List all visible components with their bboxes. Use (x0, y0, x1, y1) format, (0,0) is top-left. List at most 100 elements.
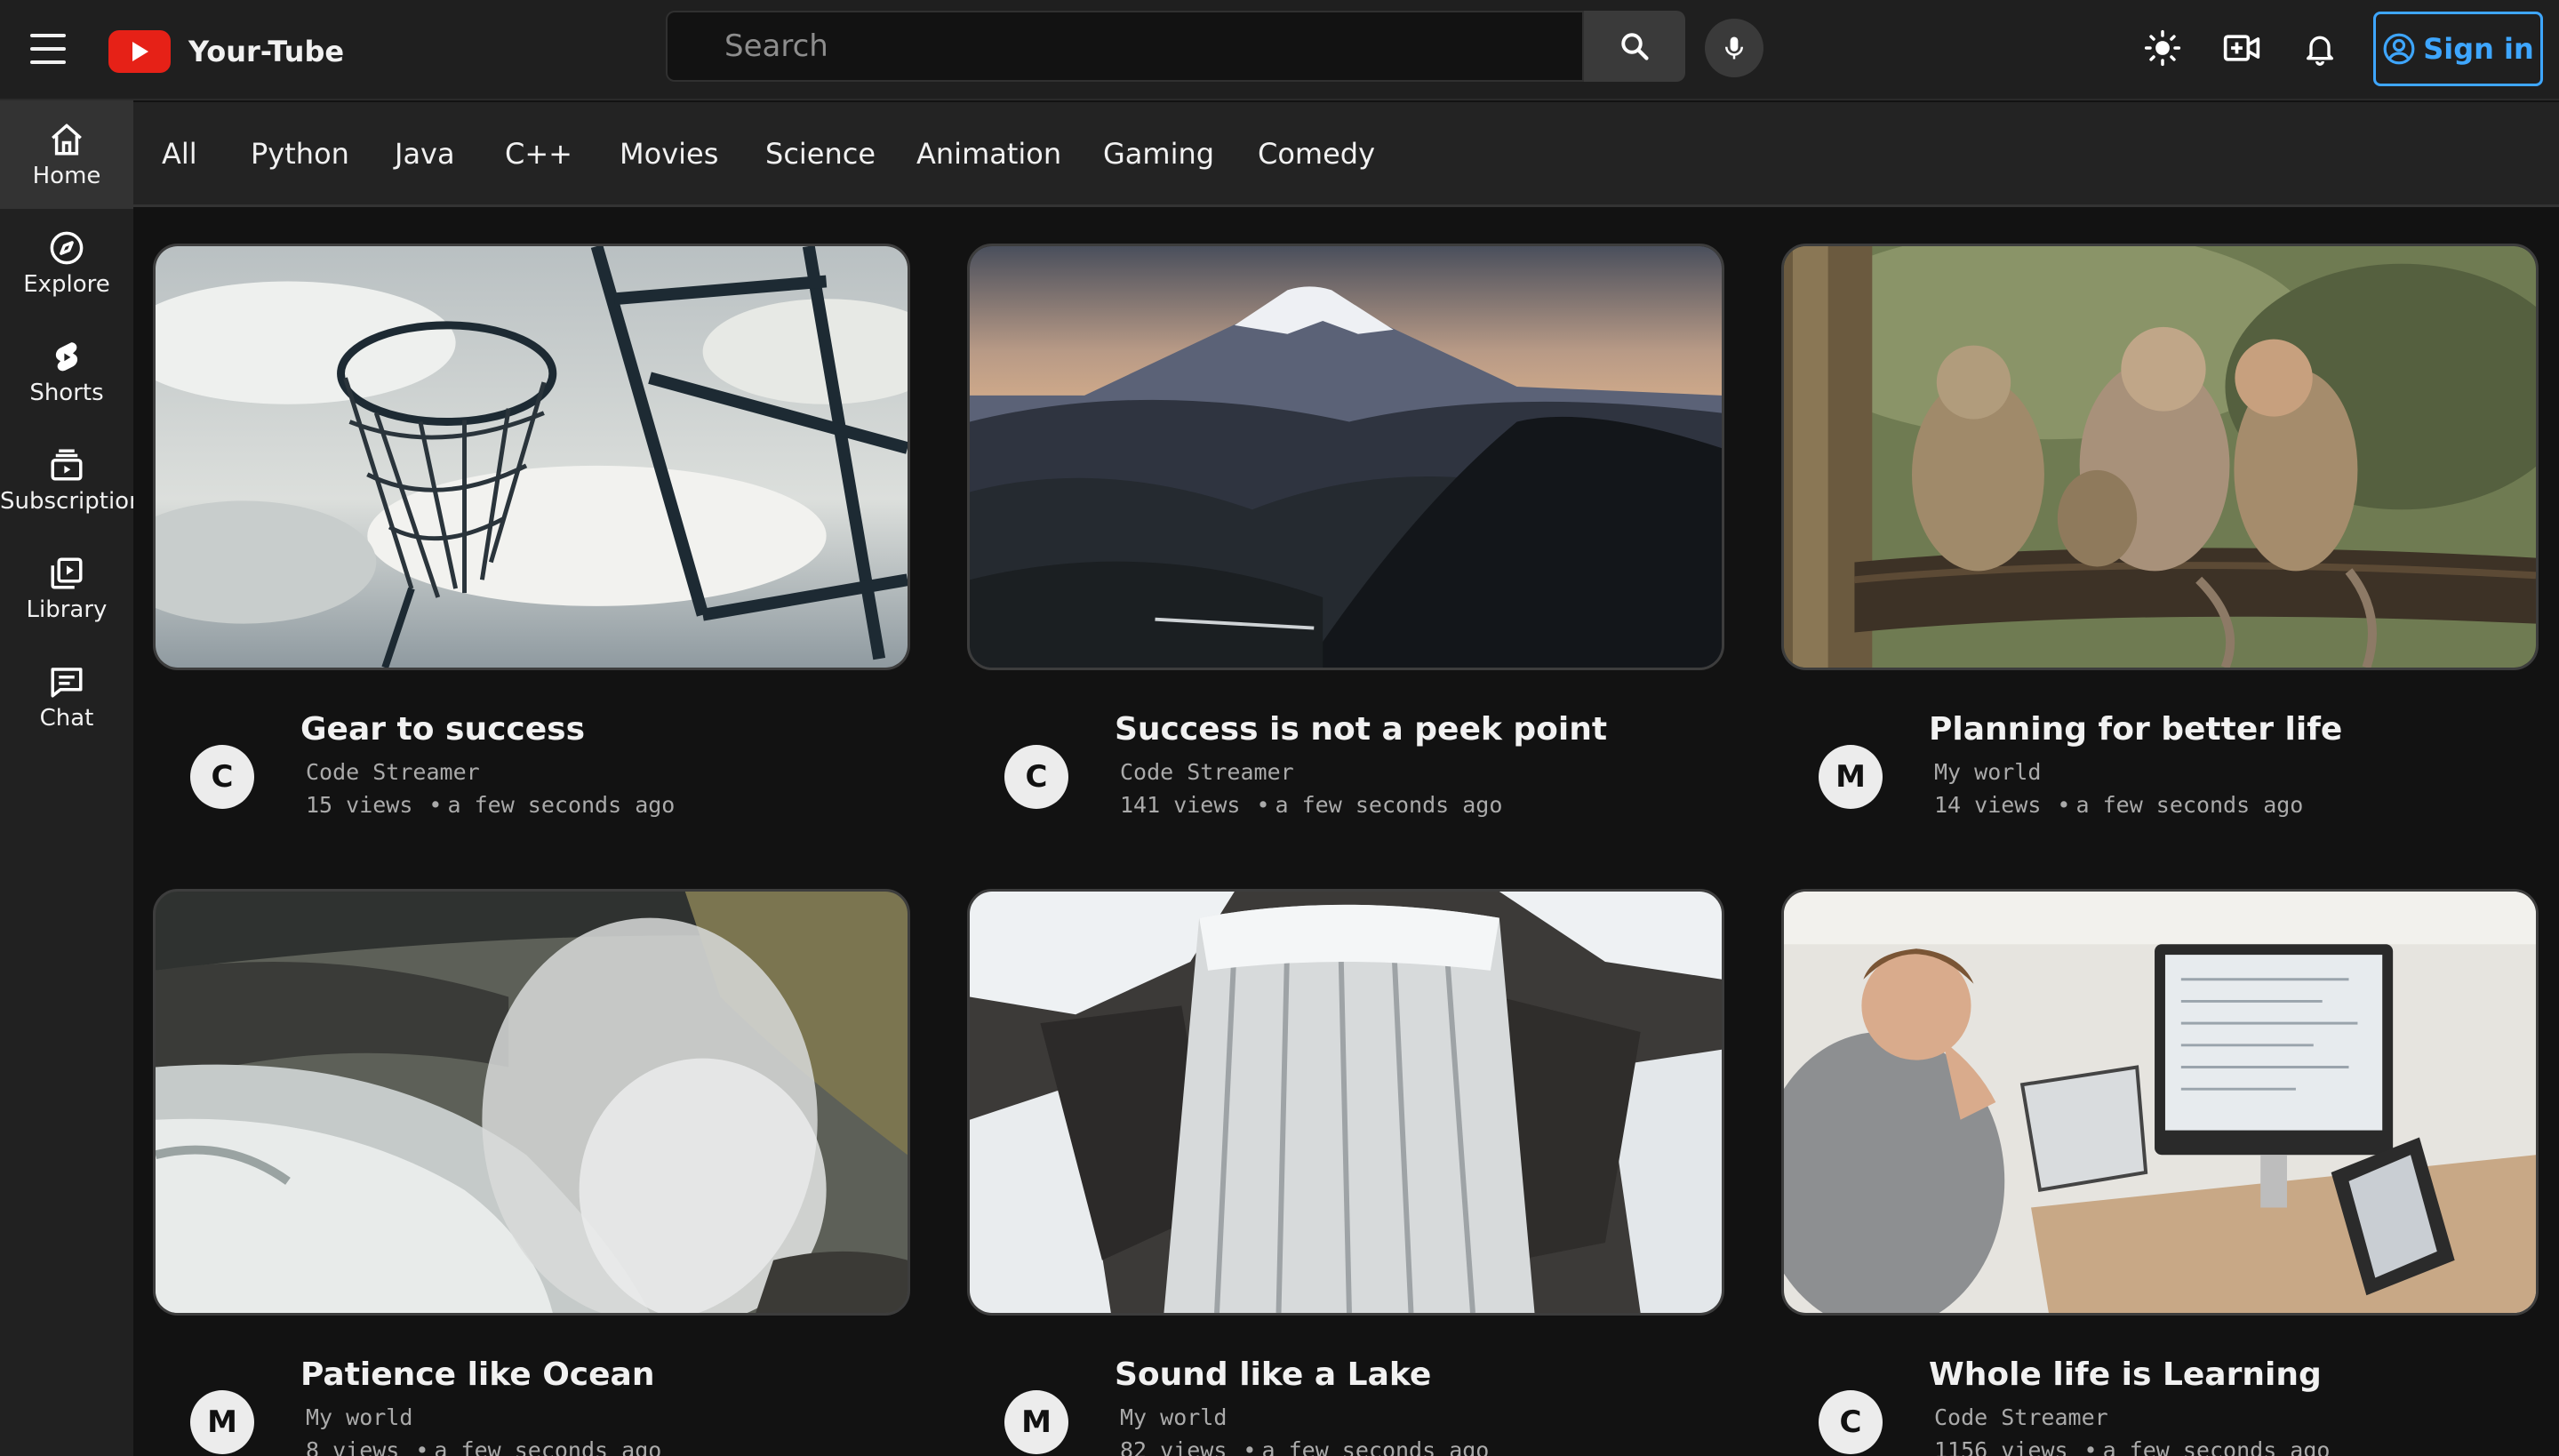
channel-avatar[interactable]: C (1819, 1390, 1883, 1454)
view-count: 14 views (1934, 792, 2042, 818)
chip-science[interactable]: Science (765, 134, 876, 173)
sidebar-item-explore[interactable]: Explore (0, 209, 133, 317)
snowy-waterfall-thumbnail (970, 892, 1722, 1313)
video-title[interactable]: Planning for better life (1929, 711, 2342, 748)
user-circle-icon (2383, 33, 2415, 65)
video-thumbnail[interactable] (153, 889, 910, 1316)
upload-time: a few seconds ago (1275, 792, 1503, 818)
video-thumbnail[interactable] (1781, 889, 2539, 1316)
video-meta: 15 views • a few seconds ago (306, 792, 676, 818)
chat-icon (47, 662, 86, 701)
sidebar-item-label: Library (26, 596, 108, 623)
channel-avatar[interactable]: M (1819, 745, 1883, 809)
upload-time: a few seconds ago (2102, 1437, 2331, 1456)
bell-icon (2307, 36, 2333, 66)
video-meta: 8 views • a few seconds ago (306, 1437, 661, 1456)
search-button[interactable] (1584, 11, 1685, 82)
chip-movies[interactable]: Movies (620, 134, 718, 173)
sidebar-item-label: Chat (39, 705, 94, 732)
video-title[interactable]: Success is not a peek point (1115, 711, 1607, 748)
sidebar-item-subscriptions[interactable]: Subscriptions (0, 426, 133, 534)
video-card[interactable]: M Patience like Ocean My world 8 views • a… (153, 889, 910, 1456)
baboons-thumbnail (1784, 246, 2536, 668)
channel-name[interactable]: Code Streamer (1120, 759, 1294, 785)
video-title[interactable]: Patience like Ocean (300, 1356, 654, 1393)
upload-time: a few seconds ago (434, 1437, 662, 1456)
video-thumbnail[interactable] (967, 244, 1724, 670)
video-title[interactable]: Sound like a Lake (1115, 1356, 1431, 1393)
top-header: Your-Tube Sign in (0, 0, 2559, 100)
menu-icon[interactable] (30, 32, 66, 66)
youtube-logo[interactable] (108, 30, 171, 73)
video-thumbnail[interactable] (153, 244, 910, 670)
sign-in-button[interactable]: Sign in (2373, 12, 2543, 86)
sign-in-label: Sign in (2423, 32, 2534, 66)
chip-all[interactable]: All (162, 134, 197, 173)
video-meta: 141 views • a few seconds ago (1120, 792, 1503, 818)
video-meta: 1156 views • a few seconds ago (1934, 1437, 2330, 1456)
view-count: 1156 views (1934, 1437, 2068, 1456)
chip-gaming[interactable]: Gaming (1103, 134, 1214, 173)
view-count: 141 views (1120, 792, 1241, 818)
library-icon (47, 554, 86, 593)
search-input[interactable] (668, 12, 1582, 80)
coding-desk-thumbnail (1784, 892, 2536, 1313)
upload-time: a few seconds ago (2075, 792, 2304, 818)
video-title[interactable]: Whole life is Learning (1929, 1356, 2322, 1393)
channel-avatar[interactable]: M (190, 1390, 254, 1454)
video-thumbnail[interactable] (1781, 244, 2539, 670)
video-title[interactable]: Gear to success (300, 711, 585, 748)
sidebar-item-label: Subscriptions (0, 488, 133, 515)
theme-toggle-button[interactable] (2139, 25, 2186, 71)
channel-name[interactable]: Code Streamer (1934, 1404, 2108, 1430)
basketball-hoop-thumbnail (156, 246, 908, 668)
mic-icon (1725, 36, 1743, 60)
home-icon (47, 120, 86, 159)
view-count: 15 views (306, 792, 413, 818)
subscriptions-icon (47, 445, 86, 484)
chip-cpp[interactable]: C++ (505, 134, 572, 173)
theme-sun-icon (2144, 29, 2181, 67)
chip-animation[interactable]: Animation (916, 134, 1061, 173)
sidebar-item-label: Home (32, 163, 101, 189)
video-card[interactable]: M Planning for better life My world 14 v… (1781, 244, 2539, 848)
create-video-icon (2223, 35, 2260, 61)
waterfall-gorge-thumbnail (156, 892, 908, 1313)
channel-avatar[interactable]: C (190, 745, 254, 809)
chip-comedy[interactable]: Comedy (1258, 134, 1375, 173)
video-card[interactable]: C Success is not a peek point Code Strea… (967, 244, 1724, 848)
video-card[interactable]: M Sound like a Lake My world 82 views • a … (967, 889, 1724, 1456)
compass-icon (47, 228, 86, 268)
sidebar: Home Explore Shorts Subscriptions Librar… (0, 100, 133, 1456)
sidebar-item-chat[interactable]: Chat (0, 643, 133, 751)
upload-time: a few seconds ago (447, 792, 676, 818)
video-meta: 14 views • a few seconds ago (1934, 792, 2304, 818)
video-thumbnail[interactable] (967, 889, 1724, 1316)
upload-time: a few seconds ago (1261, 1437, 1490, 1456)
chip-java[interactable]: Java (395, 134, 455, 173)
channel-avatar[interactable]: C (1004, 745, 1068, 809)
channel-name[interactable]: My world (1934, 759, 2041, 785)
search-box (666, 11, 1584, 82)
sidebar-item-home[interactable]: Home (0, 100, 133, 209)
brand-name[interactable]: Your-Tube (188, 33, 344, 70)
channel-name[interactable]: Code Streamer (306, 759, 480, 785)
chip-python[interactable]: Python (251, 134, 349, 173)
video-meta: 82 views • a few seconds ago (1120, 1437, 1489, 1456)
view-count: 8 views (306, 1437, 400, 1456)
view-count: 82 views (1120, 1437, 1228, 1456)
sidebar-item-label: Shorts (29, 380, 104, 406)
video-card[interactable]: C Whole life is Learning Code Streamer 1… (1781, 889, 2539, 1456)
shorts-icon (47, 337, 86, 376)
channel-name[interactable]: My world (306, 1404, 412, 1430)
channel-name[interactable]: My world (1120, 1404, 1227, 1430)
sidebar-item-shorts[interactable]: Shorts (0, 317, 133, 426)
video-card[interactable]: C Gear to success Code Streamer 15 views… (153, 244, 910, 848)
voice-search-button[interactable] (1705, 19, 1763, 77)
sidebar-item-label: Explore (23, 271, 110, 298)
channel-avatar[interactable]: M (1004, 1390, 1068, 1454)
notifications-button[interactable] (2297, 25, 2343, 71)
category-chips-bar: All Python Java C++ Movies Science Anima… (133, 102, 2559, 207)
sidebar-item-library[interactable]: Library (0, 534, 133, 643)
create-video-button[interactable] (2219, 25, 2265, 71)
